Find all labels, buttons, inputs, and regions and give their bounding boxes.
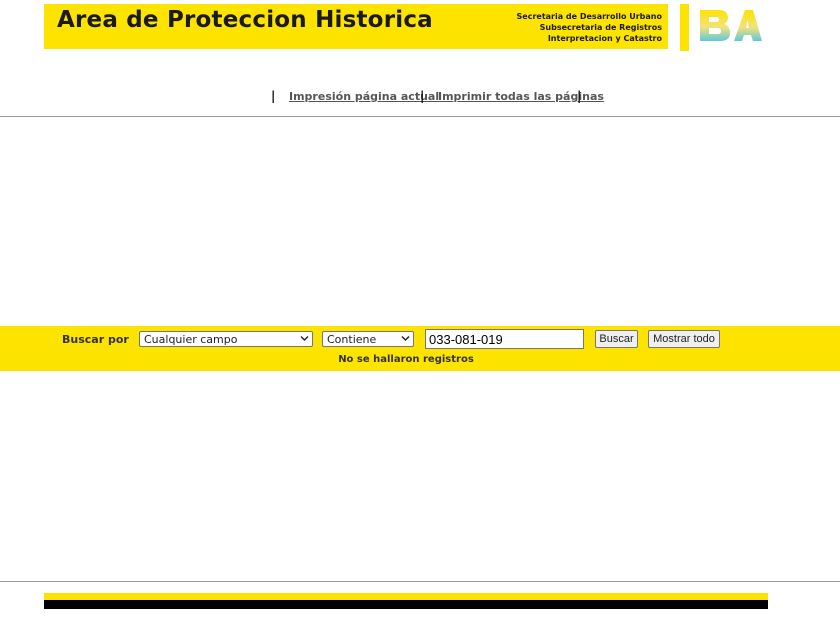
no-results-message: No se hallaron registros [338, 354, 474, 365]
divider-line [0, 581, 840, 582]
search-field-select[interactable]: Cualquier campo [139, 331, 313, 347]
logo-divider-bar [680, 4, 689, 51]
footer-stripe-black [44, 600, 768, 609]
search-bar: Buscar por Cualquier campo Contiene Busc… [0, 326, 840, 371]
show-all-button[interactable]: Mostrar todo [648, 330, 720, 348]
search-field-selected-value: Cualquier campo [144, 333, 238, 346]
divider-line [0, 116, 840, 117]
separator: | [420, 89, 425, 103]
department-line: Interpretacion y Catastro [547, 34, 662, 43]
site-title: Area de Proteccion Historica [57, 7, 433, 33]
chevron-down-icon [401, 336, 410, 341]
ba-logo-icon [700, 10, 762, 41]
chevron-down-icon [300, 336, 309, 341]
print-current-page-link[interactable]: Impresión página actual [289, 90, 439, 103]
search-by-label: Buscar por [62, 333, 129, 346]
separator: | [271, 89, 276, 103]
search-operator-selected-value: Contiene [327, 333, 377, 346]
search-button[interactable]: Buscar [595, 330, 638, 348]
search-operator-select[interactable]: Contiene [322, 331, 414, 347]
footer-stripe-yellow [44, 593, 768, 600]
print-links-bar: | Impresión página actual | Imprimir tod… [0, 89, 840, 105]
header-banner: Area de Proteccion Historica Secretaria … [44, 4, 668, 49]
department-info: Secretaria de Desarrollo Urbano Subsecre… [517, 11, 662, 44]
separator: | [577, 89, 582, 103]
department-line: Subsecretaria de Registros [539, 23, 662, 32]
department-line: Secretaria de Desarrollo Urbano [516, 12, 662, 21]
search-input[interactable] [425, 329, 584, 349]
